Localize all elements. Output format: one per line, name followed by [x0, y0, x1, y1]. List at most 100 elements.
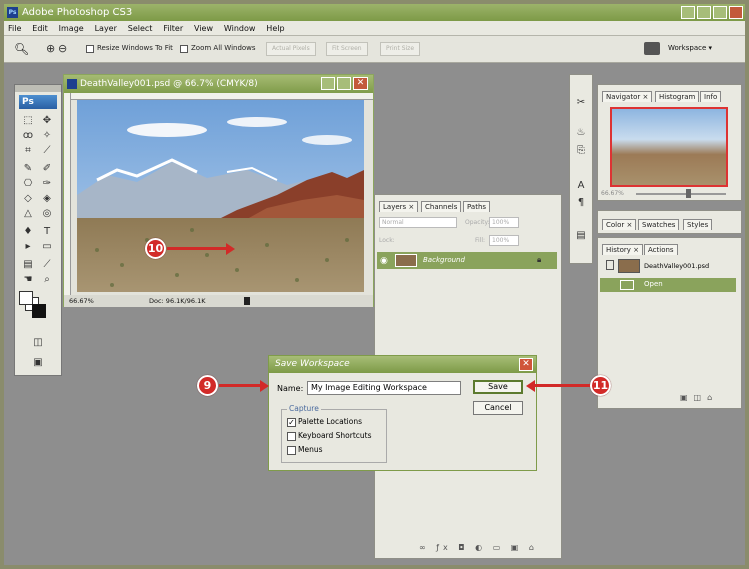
navigator-preview[interactable] [610, 107, 728, 187]
blur-tool-icon[interactable]: △ [20, 208, 36, 220]
gradient-tool-icon[interactable]: ◈ [39, 193, 55, 205]
layer-comps-icon[interactable]: ▤ [573, 230, 589, 242]
menu-help[interactable]: Help [266, 24, 284, 33]
marquee-tool-icon[interactable]: ⬚ [20, 115, 36, 127]
quick-mask-icon[interactable]: ◫ [30, 337, 46, 349]
menu-layer[interactable]: Layer [95, 24, 117, 33]
fit-screen-button[interactable]: Fit Screen [326, 42, 368, 56]
capture-label: Capture [287, 404, 321, 413]
doc-maximize-button[interactable] [337, 77, 351, 90]
tab-navigator[interactable]: Navigator × [602, 91, 653, 102]
tab-layers[interactable]: Layers × [379, 201, 419, 212]
notes-tool-icon[interactable]: ▤ [20, 259, 36, 271]
status-arrow-icon[interactable] [244, 297, 250, 305]
character-icon[interactable]: A [573, 180, 589, 192]
snapshot-thumbnail [618, 259, 640, 273]
blend-mode-select[interactable]: Normal [379, 217, 457, 228]
menu-file[interactable]: File [8, 24, 21, 33]
bridge-button-icon[interactable] [644, 42, 660, 55]
menu-select[interactable]: Select [128, 24, 153, 33]
menus-checkbox[interactable] [287, 446, 296, 455]
tab-actions[interactable]: Actions [644, 244, 678, 255]
tab-histogram[interactable]: Histogram [655, 91, 700, 102]
image-window-title: DeathValley001.psd @ 66.7% (CMYK/8) [80, 79, 258, 89]
tab-history[interactable]: History × [602, 244, 643, 255]
crop-tool-icon[interactable]: ⌗ [20, 145, 36, 157]
lasso-tool-icon[interactable]: ꝏ [20, 130, 36, 142]
path-selection-tool-icon[interactable]: ▸ [20, 241, 36, 253]
navigator-zoom-slider[interactable] [636, 193, 726, 195]
palette-locations-checkbox[interactable]: ✓ [287, 418, 296, 427]
eraser-tool-icon[interactable]: ◇ [20, 193, 36, 205]
slice-tool-icon[interactable]: ⟋ [39, 145, 55, 157]
resize-windows-checkbox[interactable] [86, 45, 94, 53]
image-window-title-bar[interactable]: DeathValley001.psd @ 66.7% (CMYK/8) ✕ [64, 75, 373, 93]
zoom-level[interactable]: 66.67% [69, 295, 94, 307]
pen-tool-icon[interactable]: ♦ [20, 226, 36, 238]
doc-close-button[interactable]: ✕ [353, 77, 368, 90]
history-snapshot-row[interactable]: DeathValley001.psd [600, 258, 736, 275]
close-button[interactable] [729, 6, 743, 19]
name-label: Name: [277, 384, 304, 393]
move-tool-icon[interactable]: ✥ [39, 115, 55, 127]
menu-window[interactable]: Window [224, 24, 256, 33]
workspace-menu[interactable]: Workspace ▾ [668, 44, 712, 52]
clone-source-icon[interactable]: ⎘ [573, 145, 589, 157]
shape-tool-icon[interactable]: ▭ [39, 241, 55, 253]
toolbox-grip[interactable] [15, 85, 61, 92]
menu-filter[interactable]: Filter [163, 24, 183, 33]
minimize-button[interactable] [697, 6, 711, 19]
hand-tool-icon[interactable]: ☚ [20, 274, 36, 286]
dodge-tool-icon[interactable]: ◎ [39, 208, 55, 220]
menu-view[interactable]: View [194, 24, 213, 33]
doc-minimize-button[interactable] [321, 77, 335, 90]
foreground-color-swatch[interactable] [19, 291, 33, 305]
zoom-all-checkbox[interactable] [180, 45, 188, 53]
keyboard-shortcuts-checkbox[interactable] [287, 432, 296, 441]
history-brush-tool-icon[interactable]: ✑ [39, 178, 55, 190]
tab-color[interactable]: Color × [602, 219, 637, 230]
workspace-name-input[interactable]: My Image Editing Workspace [307, 381, 461, 395]
callout-10: 10 [145, 238, 166, 259]
print-size-button[interactable]: Print Size [380, 42, 421, 56]
tab-channels[interactable]: Channels [421, 201, 462, 212]
cancel-button[interactable]: Cancel [473, 401, 523, 415]
actual-pixels-button[interactable]: Actual Pixels [266, 42, 316, 56]
title-bar: Ps Adobe Photoshop CS3 [4, 4, 745, 21]
layers-footer-icons[interactable]: ∞ ƒx ◘ ◐ ▭ ▣ ⌂ [377, 543, 557, 557]
fill-input[interactable]: 100% [489, 235, 519, 246]
eyedropper-tool-icon[interactable]: ⟋ [39, 259, 55, 271]
menu-image[interactable]: Image [59, 24, 84, 33]
color-panel: Color × Swatches Styles [597, 210, 742, 234]
zoom-in-icon[interactable]: ⊕ [46, 42, 55, 55]
zoom-out-icon[interactable]: ⊖ [58, 42, 67, 55]
magic-wand-tool-icon[interactable]: ✧ [39, 130, 55, 142]
maximize-button[interactable] [713, 6, 727, 19]
tab-styles[interactable]: Styles [683, 219, 713, 230]
tab-swatches[interactable]: Swatches [638, 219, 680, 230]
zoom-tool-box-icon[interactable]: ⌕ [39, 274, 55, 286]
type-tool-icon[interactable]: T [39, 226, 55, 238]
history-footer-icons[interactable]: ▣◫⌂ [680, 393, 718, 402]
visibility-eye-icon[interactable]: ◉ [380, 256, 388, 266]
bridge-icon[interactable] [681, 6, 695, 19]
healing-brush-tool-icon[interactable]: ✎ [20, 163, 36, 175]
photo-canvas[interactable] [77, 100, 364, 292]
paragraph-icon[interactable]: ¶ [573, 197, 589, 209]
brushes-icon[interactable]: ♨ [573, 127, 589, 139]
zoom-tool-icon[interactable]: 🔍︎ [14, 42, 29, 56]
opacity-input[interactable]: 100% [489, 217, 519, 228]
save-button[interactable]: Save [473, 380, 523, 394]
clone-stamp-tool-icon[interactable]: ⎔ [20, 178, 36, 190]
tool-presets-icon[interactable]: ✂ [573, 97, 589, 109]
tab-info[interactable]: Info [700, 91, 722, 102]
history-state-open[interactable]: Open [600, 278, 736, 292]
navigator-slider-thumb[interactable] [686, 189, 691, 198]
dialog-close-button[interactable]: ✕ [519, 358, 533, 371]
layer-row-background[interactable]: ◉ Background 🔒︎ [377, 252, 557, 269]
menu-edit[interactable]: Edit [32, 24, 48, 33]
navigator-zoom[interactable]: 66.67% [601, 190, 624, 197]
screen-mode-icon[interactable]: ▣ [30, 357, 46, 369]
brush-tool-icon[interactable]: ✐ [39, 163, 55, 175]
tab-paths[interactable]: Paths [463, 201, 491, 212]
